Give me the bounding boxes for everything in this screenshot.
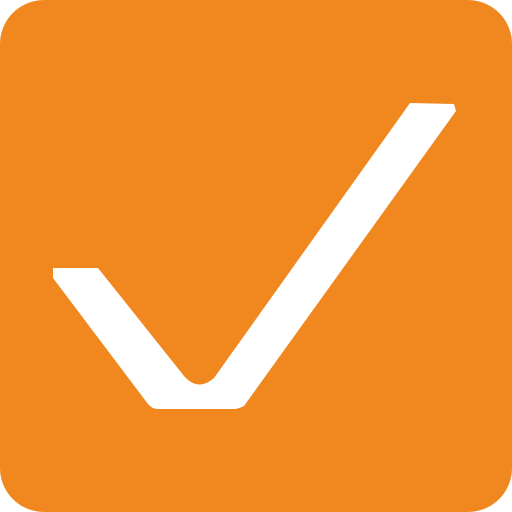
app-icon[interactable] (0, 0, 512, 512)
icon-canvas (0, 0, 512, 512)
rounded-square-tile (0, 0, 512, 512)
